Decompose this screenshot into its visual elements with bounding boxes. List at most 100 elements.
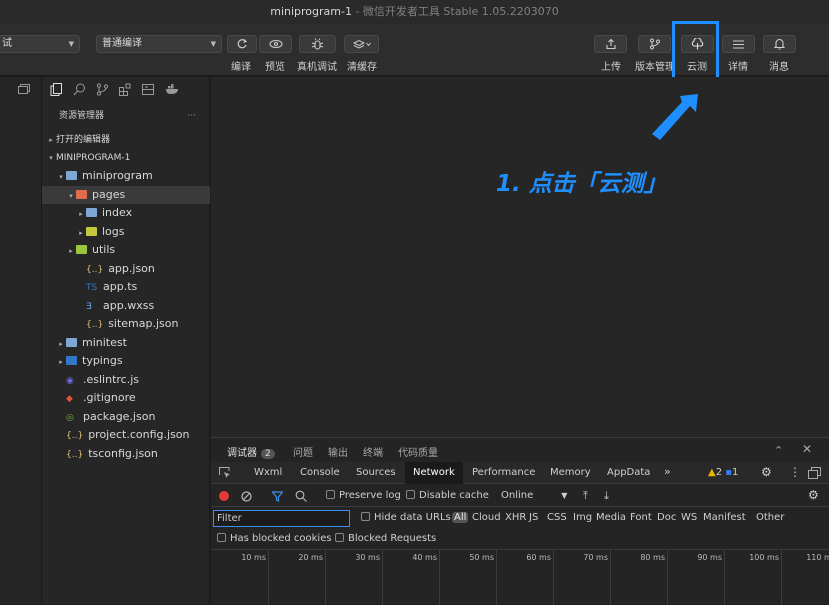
folder-item[interactable]: ▸ logs [42,223,210,241]
chevron-down-icon: ▾ [69,191,73,200]
type-filter-xhr[interactable]: XHR [505,512,526,523]
tree-item-label: utils [92,243,116,256]
upload-button[interactable] [594,35,627,53]
throttle-select[interactable]: Online ▼ [501,490,567,501]
chevron-right-icon: ▸ [59,358,63,366]
inspect-icon[interactable] [219,467,231,479]
type-filter-all[interactable]: All [452,512,469,523]
type-filter-css[interactable]: CSS [547,512,567,523]
file-item[interactable]: {..} project.config.json [42,426,210,444]
tab-appdata[interactable]: AppData [607,467,650,478]
filter-input[interactable]: Filter [213,510,350,527]
storage-icon[interactable] [142,83,155,96]
file-item[interactable]: {..} tsconfig.json [42,445,210,463]
type-filter-doc[interactable]: Doc [657,512,676,523]
docker-icon[interactable] [165,83,180,95]
file-item[interactable]: ◉ .eslintrc.js [42,371,210,389]
timeline-tick-label: 70 ms [583,553,608,562]
file-type-icon: {..} [86,264,104,275]
tab-code-quality[interactable]: 代码质量 [398,444,438,459]
timeline-tick: 80 ms [640,550,668,605]
type-filter-manifest[interactable]: Manifest [703,512,746,523]
type-filter-img[interactable]: Img [573,512,592,523]
disable-cache-checkbox[interactable]: Disable cache [406,490,489,501]
chevron-up-icon[interactable]: ⌃ [774,444,783,457]
folder-item[interactable]: ▸ index [42,204,210,222]
upload-label: 上传 [601,62,621,73]
preserve-log-checkbox[interactable]: Preserve log [326,490,401,501]
folder-item[interactable]: ▾ pages [42,185,210,204]
extensions-icon[interactable] [119,83,132,96]
folder-icon [66,337,77,347]
timeline-tick-label: 50 ms [469,553,494,562]
search-icon[interactable] [295,490,307,502]
open-editors-section[interactable]: ▸ 打开的编辑器 [42,131,210,149]
tab-output[interactable]: 输出 [328,444,348,459]
file-item[interactable]: ∃ app.wxss [42,297,210,315]
record-icon[interactable] [219,491,229,501]
type-filter-ws[interactable]: WS [681,512,697,523]
type-filter-cloud[interactable]: Cloud [472,512,501,523]
version-button[interactable] [638,35,671,53]
timeline-tick-label: 80 ms [640,553,665,562]
tab-network[interactable]: Network [405,462,463,484]
clear-cache-button[interactable] [344,35,379,53]
hide-data-urls-checkbox[interactable]: Hide data URLs [361,512,451,523]
compile-select[interactable]: 普通编译 ▼ [96,35,222,53]
messages-button[interactable] [763,35,796,53]
window-icon[interactable] [18,84,30,94]
close-icon[interactable]: ✕ [802,442,812,456]
timeline-tick-label: 100 ms [749,553,779,562]
export-icon[interactable]: ⤓ [604,489,609,503]
file-item[interactable]: {..} app.json [42,260,210,278]
compile-select-value: 普通编译 [102,38,142,49]
files-icon[interactable] [50,82,63,96]
bug-icon [311,37,324,50]
search-icon[interactable] [73,83,86,96]
type-filter-js[interactable]: JS [529,512,538,523]
tab-terminal[interactable]: 终端 [363,444,383,459]
resource-type-filters: All Cloud XHR JS CSS Img Media Font Doc WS Manifes… [452,510,829,528]
tab-wxml[interactable]: Wxml [254,467,282,478]
type-filter-other[interactable]: Other [756,512,784,523]
more-icon[interactable]: ··· [187,107,196,125]
source-control-icon[interactable] [96,82,109,96]
details-button[interactable] [722,35,755,53]
remote-debug-button[interactable] [299,35,336,53]
tab-console[interactable]: Console [300,467,340,478]
folder-item[interactable]: ▸ minitest [42,334,210,352]
timeline-tick: 50 ms [469,550,497,605]
tab-performance[interactable]: Performance [472,467,535,478]
import-icon[interactable]: ⤒ [583,489,588,503]
checkbox-icon [217,533,226,542]
warning-counter[interactable]: ▲2 ▪1 [708,467,738,478]
file-item[interactable]: ◎ package.json [42,408,210,426]
file-item[interactable]: TS app.ts [42,278,210,296]
file-item[interactable]: ◆ .gitignore [42,389,210,407]
chevron-right-icon: ▸ [79,210,83,218]
type-filter-media[interactable]: Media [596,512,626,523]
tab-sources[interactable]: Sources [356,467,396,478]
gear-icon[interactable]: ⚙ [808,488,819,502]
blocked-requests-checkbox[interactable]: Blocked Requests [335,533,436,544]
tab-memory[interactable]: Memory [550,467,591,478]
preview-button[interactable] [259,35,292,53]
project-section[interactable]: ▾ MINIPROGRAM-1 [42,149,210,167]
clear-icon[interactable] [241,491,252,502]
folder-item[interactable]: ▸ utils [42,241,210,259]
blocked-cookies-checkbox[interactable]: Has blocked cookies [217,533,332,544]
folder-item[interactable]: ▸ typings [42,352,210,370]
type-filter-font[interactable]: Font [630,512,652,523]
folder-item[interactable]: ▾ miniprogram [42,167,210,185]
compile-button[interactable] [227,35,257,53]
tree-item-label: app.json [108,261,155,275]
kebab-icon[interactable]: ⋮ [789,465,801,479]
tab-debugger[interactable]: 调试器 2 [227,444,275,459]
gear-icon[interactable]: ⚙ [761,465,772,479]
file-item[interactable]: {..} sitemap.json [42,315,210,333]
tab-problems[interactable]: 问题 [293,444,313,459]
mode-select[interactable]: 试 ▼ [0,35,80,53]
more-tabs-icon[interactable]: » [664,465,671,478]
dock-icon[interactable] [808,467,821,479]
filter-icon[interactable] [272,491,283,502]
